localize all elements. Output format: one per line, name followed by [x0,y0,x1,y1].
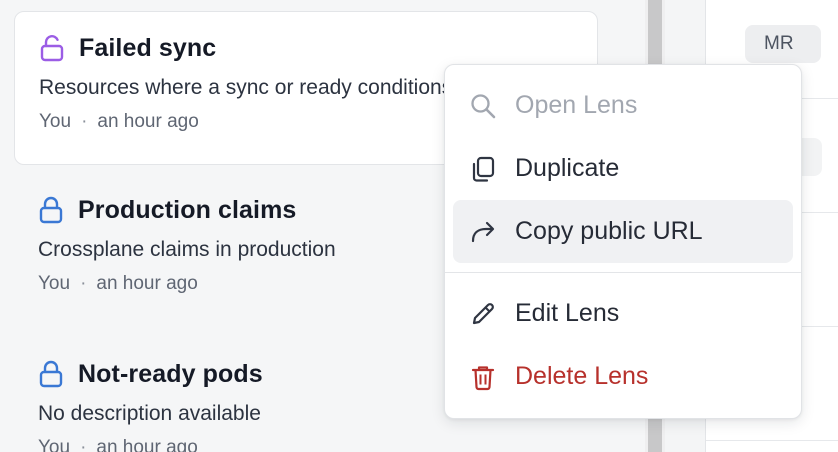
menu-item-open-lens[interactable]: Open Lens [453,74,793,137]
lens-author: You [38,437,71,452]
menu-item-delete-lens[interactable]: Delete Lens [453,345,793,408]
lock-icon [38,195,64,225]
lens-author: You [38,273,71,294]
menu-item-label: Duplicate [515,154,620,182]
menu-item-label: Delete Lens [515,362,649,390]
share-arrow-icon [469,217,503,247]
lens-time: an hour ago [97,111,199,132]
search-icon [469,91,503,121]
menu-item-label: Edit Lens [515,299,620,327]
lens-meta: You · an hour ago [38,437,574,452]
avatar[interactable]: MR [745,25,821,63]
menu-separator [445,272,801,273]
duplicate-icon [469,154,503,184]
menu-item-label: Open Lens [515,91,638,119]
menu-item-label: Copy public URL [515,217,703,245]
lens-title: Failed sync [79,33,217,62]
meta-separator: · [81,111,88,132]
menu-item-duplicate[interactable]: Duplicate [453,137,793,200]
menu-item-edit-lens[interactable]: Edit Lens [453,282,793,345]
lens-context-menu: Open Lens Duplicate Copy public URL Edit… [444,64,802,419]
lens-card-header: Failed sync [39,32,573,64]
trash-icon [469,362,503,392]
unlocked-lock-icon [39,33,65,63]
meta-separator: · [80,273,87,294]
lens-author: You [39,111,72,132]
lens-time: an hour ago [96,273,198,294]
lock-icon [38,359,64,389]
pencil-icon [469,299,503,329]
lens-title: Not-ready pods [78,359,263,388]
lens-title: Production claims [78,195,297,224]
meta-separator: · [80,437,87,452]
divider [706,440,838,441]
lens-time: an hour ago [96,437,198,452]
menu-item-copy-public-url[interactable]: Copy public URL [453,200,793,263]
